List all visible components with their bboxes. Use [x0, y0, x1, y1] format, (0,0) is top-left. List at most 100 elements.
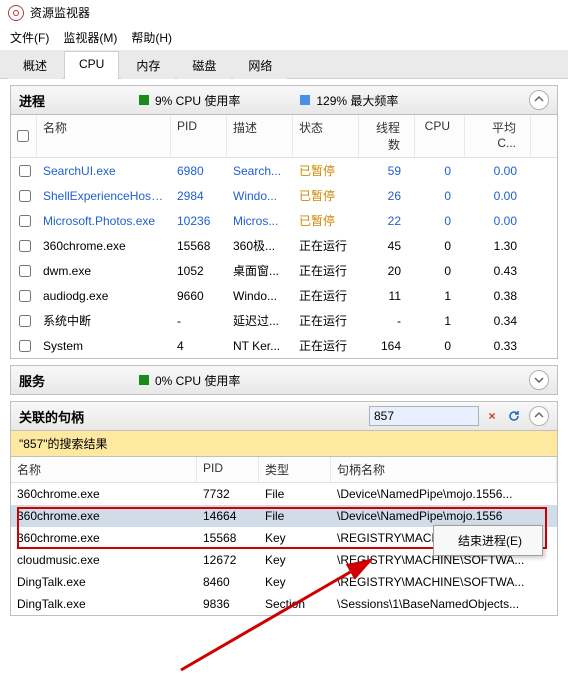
processes-header[interactable]: 进程 9% CPU 使用率 129% 最大频率	[10, 85, 558, 115]
proc-avg: 0.38	[465, 287, 531, 305]
proc-desc: Search...	[227, 162, 293, 180]
proc-avg: 0.34	[465, 312, 531, 330]
col-desc[interactable]: 描述	[227, 115, 293, 157]
row-checkbox[interactable]	[19, 240, 31, 252]
proc-desc: 桌面窗...	[227, 260, 293, 281]
menu-monitor[interactable]: 监视器(M)	[63, 29, 117, 46]
handle-type: File	[259, 485, 331, 503]
proc-avg: 1.30	[465, 237, 531, 255]
table-row[interactable]: dwm.exe1052桌面窗...正在运行2000.43	[11, 258, 557, 283]
proc-cpu: 0	[415, 337, 465, 355]
col-pid[interactable]: PID	[171, 115, 227, 157]
proc-avg: 0.33	[465, 337, 531, 355]
menu-help[interactable]: 帮助(H)	[131, 29, 172, 46]
handle-path: \Sessions\1\BaseNamedObjects...	[331, 595, 557, 613]
handle-name: 360chrome.exe	[11, 485, 197, 503]
hcol-path[interactable]: 句柄名称	[331, 457, 557, 482]
row-checkbox[interactable]	[19, 215, 31, 227]
proc-desc: 延迟过...	[227, 310, 293, 331]
row-checkbox[interactable]	[19, 315, 31, 327]
proc-name: audiodg.exe	[37, 287, 171, 305]
proc-pid: 2984	[171, 187, 227, 205]
proc-status: 正在运行	[293, 285, 359, 306]
col-status[interactable]: 状态	[293, 115, 359, 157]
proc-avg: 0.00	[465, 187, 531, 205]
tab-bar: 概述 CPU 内存 磁盘 网络	[0, 50, 568, 79]
row-checkbox[interactable]	[19, 190, 31, 202]
proc-threads: 26	[359, 187, 415, 205]
row-checkbox[interactable]	[19, 340, 31, 352]
table-row[interactable]: DingTalk.exe8460Key\REGISTRY\MACHINE\SOF…	[11, 571, 557, 593]
col-threads[interactable]: 线程数	[359, 115, 415, 157]
services-title: 服务	[19, 371, 139, 390]
hcol-pid[interactable]: PID	[197, 457, 259, 482]
proc-status: 正在运行	[293, 335, 359, 356]
menubar: 文件(F) 监视器(M) 帮助(H)	[0, 25, 568, 50]
handle-pid: 7732	[197, 485, 259, 503]
cpu-usage-label: 9% CPU 使用率	[155, 92, 240, 109]
select-all-checkbox[interactable]	[17, 130, 29, 142]
proc-threads: 45	[359, 237, 415, 255]
col-cpu[interactable]: CPU	[415, 115, 465, 157]
refresh-search-icon[interactable]	[505, 407, 523, 425]
expand-services-icon[interactable]	[529, 370, 549, 390]
table-row[interactable]: SearchUI.exe6980Search...已暂停5900.00	[11, 158, 557, 183]
max-freq-icon	[300, 95, 310, 105]
col-avg[interactable]: 平均 C...	[465, 115, 531, 157]
collapse-processes-icon[interactable]	[529, 90, 549, 110]
table-row[interactable]: audiodg.exe9660Windo...正在运行1110.38	[11, 283, 557, 308]
table-row[interactable]: 360chrome.exe14664File\Device\NamedPipe\…	[11, 505, 557, 527]
proc-pid: 15568	[171, 237, 227, 255]
table-row[interactable]: ShellExperienceHost.exe2984Windo...已暂停26…	[11, 183, 557, 208]
table-row[interactable]: 360chrome.exe15568360极...正在运行4501.30	[11, 233, 557, 258]
handle-type: Key	[259, 551, 331, 569]
collapse-handles-icon[interactable]	[529, 406, 549, 426]
hcol-type[interactable]: 类型	[259, 457, 331, 482]
proc-pid: 6980	[171, 162, 227, 180]
proc-name: System	[37, 337, 171, 355]
handle-path: \Device\NamedPipe\mojo.1556...	[331, 485, 557, 503]
hcol-name[interactable]: 名称	[11, 457, 197, 482]
proc-name: ShellExperienceHost.exe	[37, 187, 171, 205]
proc-cpu: 0	[415, 262, 465, 280]
table-row[interactable]: Microsoft.Photos.exe10236Micros...已暂停220…	[11, 208, 557, 233]
menu-file[interactable]: 文件(F)	[10, 29, 49, 46]
tab-network[interactable]: 网络	[233, 51, 287, 79]
row-checkbox[interactable]	[19, 165, 31, 177]
col-name[interactable]: 名称	[37, 115, 171, 157]
row-checkbox[interactable]	[19, 290, 31, 302]
handle-search-input[interactable]	[369, 406, 479, 426]
app-icon	[8, 5, 24, 21]
proc-desc: Windo...	[227, 287, 293, 305]
handle-type: File	[259, 507, 331, 525]
proc-threads: 164	[359, 337, 415, 355]
handles-title: 关联的句柄	[19, 407, 139, 426]
services-header[interactable]: 服务 0% CPU 使用率	[10, 365, 558, 395]
table-row[interactable]: 系统中断-延迟过...正在运行-10.34	[11, 308, 557, 333]
clear-search-icon[interactable]: ×	[483, 407, 501, 425]
proc-cpu: 0	[415, 187, 465, 205]
proc-desc: Micros...	[227, 212, 293, 230]
table-row[interactable]: System4NT Ker...正在运行16400.33	[11, 333, 557, 358]
proc-cpu: 1	[415, 287, 465, 305]
table-row[interactable]: DingTalk.exe9836Section\Sessions\1\BaseN…	[11, 593, 557, 615]
tab-disk[interactable]: 磁盘	[177, 51, 231, 79]
services-cpu-label: 0% CPU 使用率	[155, 372, 240, 389]
window-title: 资源监视器	[30, 4, 90, 21]
handle-name: 360chrome.exe	[11, 507, 197, 525]
handles-header[interactable]: 关联的句柄 ×	[10, 401, 558, 431]
context-end-process[interactable]: 结束进程(E)	[436, 529, 540, 552]
proc-status: 已暂停	[293, 210, 359, 231]
handles-table: 名称 PID 类型 句柄名称 360chrome.exe7732File\Dev…	[10, 457, 558, 616]
tab-memory[interactable]: 内存	[121, 51, 175, 79]
table-row[interactable]: 360chrome.exe7732File\Device\NamedPipe\m…	[11, 483, 557, 505]
proc-name: dwm.exe	[37, 262, 171, 280]
tab-overview[interactable]: 概述	[8, 51, 62, 79]
proc-threads: -	[359, 312, 415, 330]
search-result-banner: "857"的搜索结果	[10, 431, 558, 457]
handle-name: DingTalk.exe	[11, 573, 197, 591]
handle-path: \REGISTRY\MACHINE\SOFTWA...	[331, 573, 557, 591]
tab-cpu[interactable]: CPU	[64, 51, 119, 79]
context-menu: 结束进程(E)	[433, 525, 543, 556]
row-checkbox[interactable]	[19, 265, 31, 277]
